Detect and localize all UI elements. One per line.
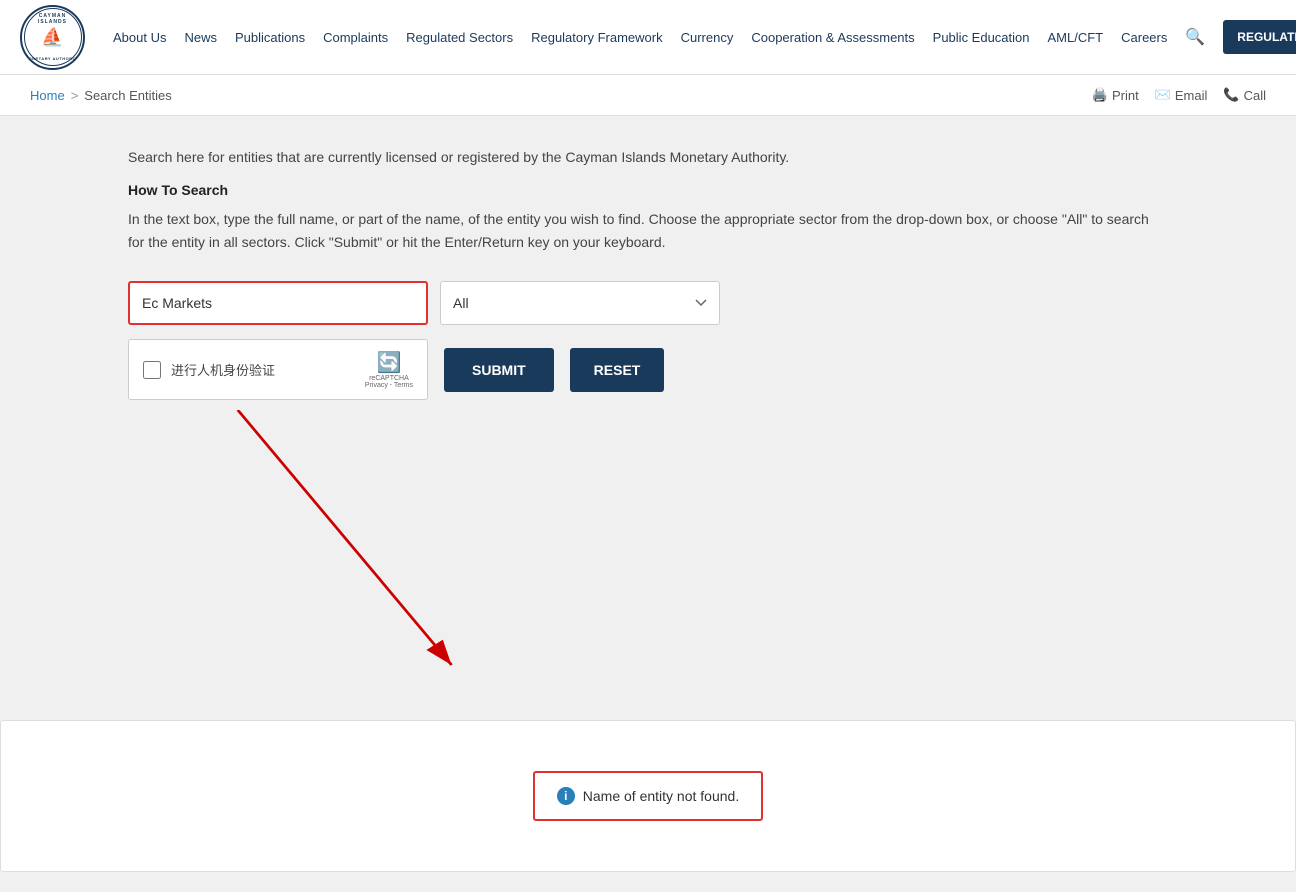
search-row: All Banking Insurance Securities Mutual …: [128, 281, 1168, 325]
nav-news[interactable]: News: [176, 22, 225, 53]
nav-cooperation[interactable]: Cooperation & Assessments: [743, 22, 922, 53]
how-to-search-title: How To Search: [128, 182, 1168, 198]
nav-complaints[interactable]: Complaints: [315, 22, 396, 53]
recaptcha-text: reCAPTCHA: [369, 375, 409, 382]
annotation-area: [128, 410, 1168, 690]
call-label: Call: [1244, 88, 1266, 103]
print-icon: 🖨️: [1092, 87, 1108, 103]
nav-currency[interactable]: Currency: [673, 22, 742, 53]
captcha-label: 进行人机身份验证: [171, 360, 355, 379]
search-icon[interactable]: 🔍: [1177, 19, 1213, 55]
nav-about-us[interactable]: About Us: [105, 22, 174, 53]
annotation-arrow: [128, 410, 1168, 690]
nav-regulated-sectors[interactable]: Regulated Sectors: [398, 22, 521, 53]
nav-careers[interactable]: Careers: [1113, 22, 1175, 53]
breadcrumb-separator: >: [71, 88, 79, 103]
reset-button[interactable]: RESET: [570, 348, 665, 392]
recaptcha-sub: Privacy - Terms: [365, 382, 413, 389]
site-header: CAYMAN ISLANDS ⛵ MONETARY AUTHORITY Abou…: [0, 0, 1296, 75]
result-message-box: i Name of entity not found.: [533, 771, 763, 821]
search-input[interactable]: [128, 281, 428, 325]
breadcrumb-bar: Home > Search Entities 🖨️ Print ✉️ Email…: [0, 75, 1296, 116]
nav-public-education[interactable]: Public Education: [925, 22, 1038, 53]
breadcrumb: Home > Search Entities: [30, 88, 172, 103]
nav-amlcft[interactable]: AML/CFT: [1040, 22, 1112, 53]
email-action[interactable]: ✉️ Email: [1155, 87, 1208, 103]
captcha-checkbox[interactable]: [143, 361, 161, 379]
print-action[interactable]: 🖨️ Print: [1092, 87, 1139, 103]
call-action[interactable]: 📞 Call: [1223, 87, 1266, 103]
breadcrumb-actions: 🖨️ Print ✉️ Email 📞 Call: [1092, 87, 1266, 103]
main-content: Search here for entities that are curren…: [98, 116, 1198, 720]
captcha-box: 进行人机身份验证 🔄 reCAPTCHA Privacy - Terms: [128, 339, 428, 400]
sector-select[interactable]: All Banking Insurance Securities Mutual …: [440, 281, 720, 325]
submit-button[interactable]: SUBMIT: [444, 348, 554, 392]
main-nav: About Us News Publications Complaints Re…: [105, 19, 1296, 55]
search-form: All Banking Insurance Securities Mutual …: [128, 281, 1168, 400]
instruction-text: In the text box, type the full name, or …: [128, 208, 1168, 253]
info-icon: i: [557, 787, 575, 805]
result-wrapper: i Name of entity not found.: [21, 751, 1275, 841]
recaptcha-icon: 🔄: [376, 350, 401, 375]
phone-icon: 📞: [1223, 87, 1239, 103]
description-text: Search here for entities that are curren…: [128, 146, 1168, 168]
print-label: Print: [1112, 88, 1139, 103]
nav-publications[interactable]: Publications: [227, 22, 313, 53]
recaptcha-logo: 🔄 reCAPTCHA Privacy - Terms: [365, 350, 413, 389]
nav-regulatory-framework[interactable]: Regulatory Framework: [523, 22, 671, 53]
breadcrumb-home[interactable]: Home: [30, 88, 65, 103]
logo[interactable]: CAYMAN ISLANDS ⛵ MONETARY AUTHORITY: [20, 5, 85, 70]
email-label: Email: [1175, 88, 1208, 103]
result-message: Name of entity not found.: [583, 788, 739, 804]
breadcrumb-current: Search Entities: [84, 88, 171, 103]
regulated-entities-button[interactable]: REGULATED ENTITIES: [1223, 20, 1296, 54]
result-container: i Name of entity not found.: [0, 720, 1296, 872]
captcha-row: 进行人机身份验证 🔄 reCAPTCHA Privacy - Terms SUB…: [128, 339, 1168, 400]
email-icon: ✉️: [1155, 87, 1171, 103]
